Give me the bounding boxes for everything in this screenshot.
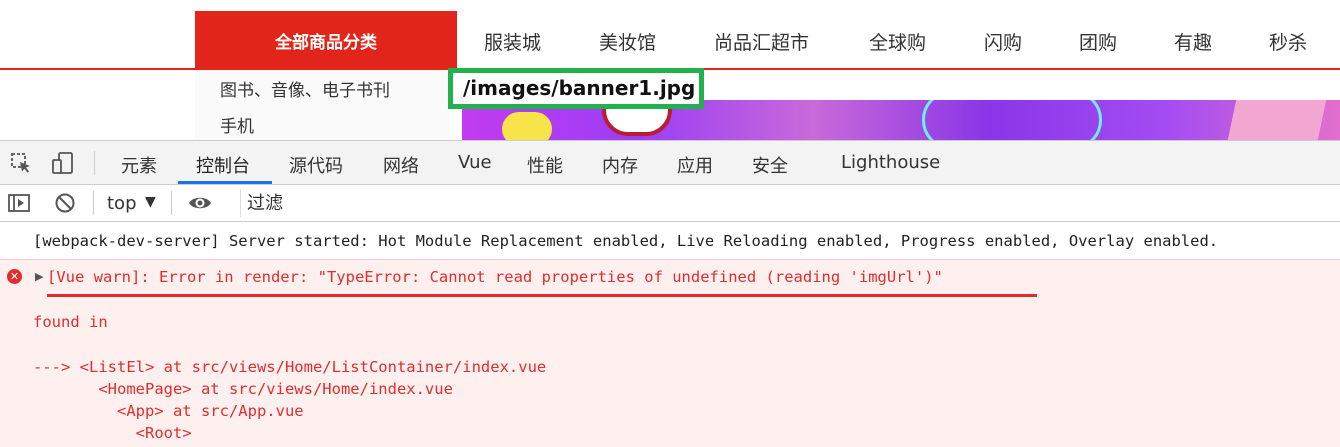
nav-link-flash[interactable]: 闪购 bbox=[984, 28, 1022, 55]
toolbar-divider bbox=[94, 151, 95, 175]
tab-security[interactable]: 安全 bbox=[752, 152, 788, 178]
error-icon: ✕ bbox=[7, 269, 22, 284]
clear-console-icon[interactable] bbox=[53, 191, 77, 215]
tab-vue[interactable]: Vue bbox=[458, 152, 492, 173]
nav-link-global[interactable]: 全球购 bbox=[869, 28, 926, 55]
tab-network[interactable]: 网络 bbox=[383, 152, 419, 178]
console-log-row: [webpack-dev-server] Server started: Hot… bbox=[0, 222, 1340, 260]
banner-decoration bbox=[922, 100, 1102, 140]
tab-application[interactable]: 应用 bbox=[677, 152, 713, 178]
tab-lighthouse[interactable]: Lighthouse bbox=[841, 152, 940, 173]
found-in-label: found in bbox=[33, 313, 108, 331]
nav-link-supermarket[interactable]: 尚品汇超市 bbox=[714, 28, 809, 55]
all-categories-button[interactable]: 全部商品分类 bbox=[195, 11, 457, 70]
category-menu: 图书、音像、电子书刊 手机 bbox=[195, 70, 450, 140]
console-toolbar: top ▼ bbox=[0, 185, 1340, 222]
trace-line[interactable]: <App> at src/App.vue bbox=[33, 402, 304, 420]
log-message: [webpack-dev-server] Server started: Hot… bbox=[33, 232, 1219, 250]
site-nav: 全部商品分类 服装城 美妆馆 尚品汇超市 全球购 闪购 团购 有趣 秒杀 bbox=[0, 0, 1340, 70]
device-toolbar-icon[interactable] bbox=[51, 151, 75, 175]
toolbar-divider bbox=[171, 191, 172, 215]
image-path-annotation: /images/banner1.jpg bbox=[448, 68, 704, 109]
sidebar-toggle-icon[interactable] bbox=[7, 191, 31, 215]
devtools-panel: 元素 控制台 源代码 网络 Vue 性能 内存 应用 安全 Lighthouse… bbox=[0, 140, 1340, 447]
active-tab-indicator bbox=[178, 181, 272, 184]
trace-line[interactable]: <HomePage> at src/views/Home/index.vue bbox=[33, 380, 453, 398]
context-selector[interactable]: top bbox=[107, 193, 137, 214]
tab-performance[interactable]: 性能 bbox=[527, 152, 563, 178]
console-error-row: ✕ ▶ [Vue warn]: Error in render: "TypeEr… bbox=[0, 259, 1340, 447]
inspect-element-icon[interactable] bbox=[9, 151, 33, 175]
nav-link-clothing[interactable]: 服装城 bbox=[484, 28, 541, 55]
trace-line[interactable]: <Root> bbox=[33, 424, 192, 442]
eye-icon[interactable] bbox=[188, 191, 212, 215]
category-item-phones[interactable]: 手机 bbox=[220, 112, 254, 137]
error-underline bbox=[47, 294, 1037, 297]
expand-arrow-icon[interactable]: ▶ bbox=[35, 270, 43, 283]
filter-input[interactable] bbox=[240, 189, 1340, 217]
nav-link-fun[interactable]: 有趣 bbox=[1174, 28, 1212, 55]
chevron-down-icon[interactable]: ▼ bbox=[145, 194, 156, 210]
category-item-books[interactable]: 图书、音像、电子书刊 bbox=[220, 76, 390, 101]
tab-elements[interactable]: 元素 bbox=[121, 152, 157, 178]
nav-link-seckill[interactable]: 秒杀 bbox=[1269, 28, 1307, 55]
nav-link-beauty[interactable]: 美妆馆 bbox=[599, 28, 656, 55]
nav-link-group[interactable]: 团购 bbox=[1079, 28, 1117, 55]
tab-memory[interactable]: 内存 bbox=[602, 152, 638, 178]
tab-console[interactable]: 控制台 bbox=[196, 152, 250, 178]
error-message[interactable]: [Vue warn]: Error in render: "TypeError:… bbox=[47, 268, 943, 286]
trace-line[interactable]: ---> <ListEl> at src/views/Home/ListCont… bbox=[33, 358, 546, 376]
banner-decoration bbox=[1227, 100, 1327, 140]
tab-sources[interactable]: 源代码 bbox=[289, 152, 343, 178]
toolbar-divider bbox=[93, 191, 94, 215]
devtools-tabbar: 元素 控制台 源代码 网络 Vue 性能 内存 应用 安全 Lighthouse bbox=[0, 141, 1340, 185]
banner-decoration bbox=[502, 112, 552, 140]
